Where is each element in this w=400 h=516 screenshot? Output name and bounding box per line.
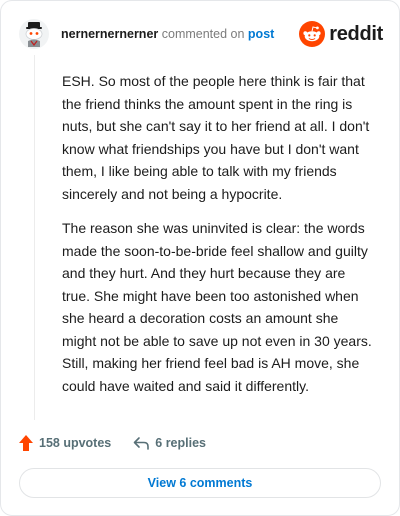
view-comments-button[interactable]: View 6 comments (19, 468, 381, 498)
brand-wordmark: reddit (329, 22, 383, 45)
action-text: commented on (161, 27, 245, 41)
reply-arrow-icon (133, 437, 150, 450)
username-link[interactable]: nernernernerner (61, 27, 158, 41)
upvote-count: 158 upvotes (39, 436, 112, 450)
comment-paragraph: The reason she was uninvited is clear: t… (62, 220, 372, 394)
reddit-logo-icon (299, 21, 326, 47)
comment-header: nernernernerner commented on post reddit (19, 17, 383, 51)
replies-button[interactable]: 6 replies (133, 436, 206, 450)
comment-actions: 158 upvotes 6 replies (19, 433, 206, 453)
upvote-arrow-icon (19, 435, 33, 451)
comment-meta: nernernernerner commented on post (61, 27, 274, 41)
avatar[interactable] (19, 19, 49, 49)
snoo-avatar-icon (19, 19, 49, 49)
comment-paragraph: ESH. So most of the people here think is… (62, 73, 370, 202)
upvote-button[interactable]: 158 upvotes (19, 435, 111, 451)
comment-body: ESH. So most of the people here think is… (62, 70, 374, 409)
comment-card: nernernernerner commented on post reddit… (0, 0, 400, 516)
reddit-brand[interactable]: reddit (299, 20, 383, 48)
thread-line (34, 55, 35, 420)
reply-count: 6 replies (155, 436, 206, 450)
post-link[interactable]: post (248, 27, 274, 41)
